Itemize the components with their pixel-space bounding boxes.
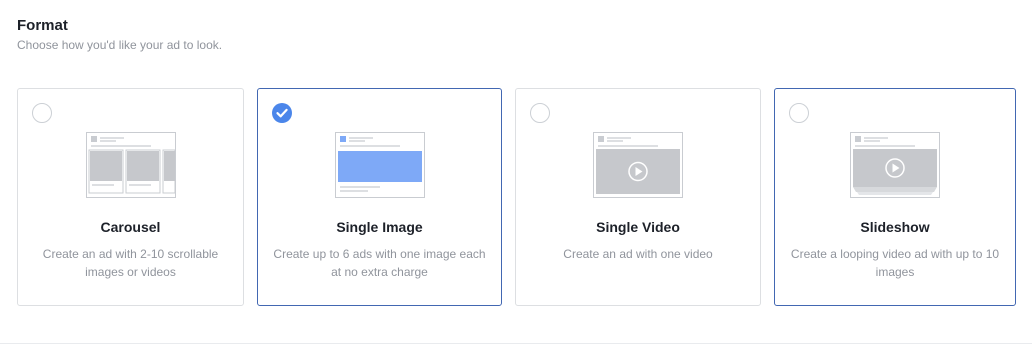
radio-button[interactable] <box>789 103 809 123</box>
option-description: Create an ad with one video <box>563 247 713 261</box>
option-description: Create a looping video ad with up to 10 … <box>790 247 1000 279</box>
option-title: Slideshow <box>860 219 930 235</box>
option-description: Create up to 6 ads with one image each a… <box>273 247 486 279</box>
format-header: Format Choose how you'd like your ad to … <box>17 16 222 53</box>
single-image-icon <box>334 132 425 198</box>
format-options: Carousel Create an ad with 2-10 scrollab… <box>17 88 1017 308</box>
section-divider <box>0 343 1032 344</box>
option-title: Single Image <box>336 219 423 235</box>
section-subtitle: Choose how you'd like your ad to look. <box>17 38 223 52</box>
section-title: Format <box>17 17 68 34</box>
format-option-single-image[interactable]: Single Image Create up to 6 ads with one… <box>257 88 502 306</box>
checkmark-icon <box>276 108 288 118</box>
slideshow-icon <box>850 132 940 198</box>
option-title: Carousel <box>100 219 161 235</box>
radio-button[interactable] <box>530 103 550 123</box>
format-option-single-video[interactable]: Single Video Create an ad with one video <box>515 88 761 306</box>
option-title: Single Video <box>596 219 680 235</box>
radio-button-checked[interactable] <box>272 103 292 123</box>
radio-button[interactable] <box>32 103 52 123</box>
single-video-icon <box>593 132 683 198</box>
option-description: Create an ad with 2-10 scrollable images… <box>42 247 219 279</box>
carousel-icon <box>85 132 176 198</box>
format-option-carousel[interactable]: Carousel Create an ad with 2-10 scrollab… <box>17 88 244 306</box>
format-option-slideshow[interactable]: Slideshow Create a looping video ad with… <box>774 88 1016 306</box>
